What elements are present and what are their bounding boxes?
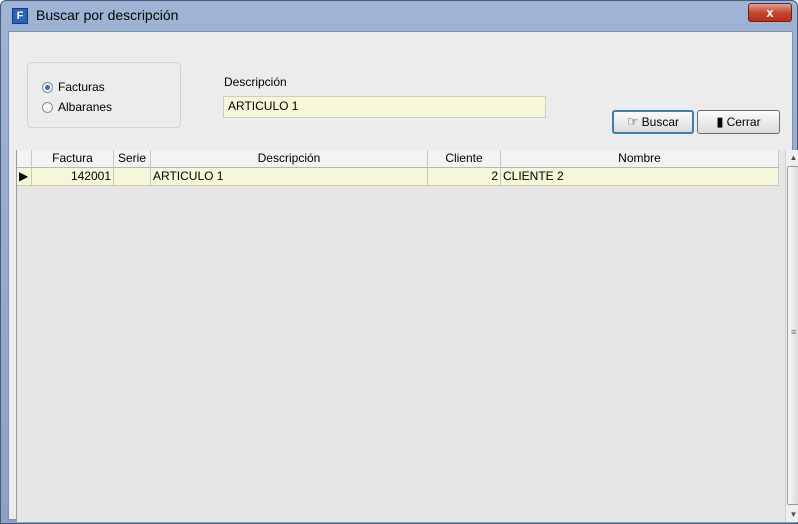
cell-factura[interactable]: 142001 [32, 168, 114, 185]
description-input[interactable]: ARTICULO 1 [223, 96, 546, 118]
window-title: Buscar por descripción [36, 7, 179, 23]
close-window-button[interactable]: x [748, 3, 792, 22]
scroll-up-icon[interactable]: ▲ [786, 150, 798, 165]
row-pointer-icon: ▶ [17, 168, 32, 185]
document-type-group: Facturas Albaranes [27, 62, 181, 128]
title-bar[interactable]: F Buscar por descripción x [1, 1, 797, 31]
table-row[interactable]: ▶ 142001 ARTICULO 1 2 CLIENTE 2 [17, 168, 779, 186]
header-serie[interactable]: Serie [114, 150, 151, 167]
header-factura[interactable]: Factura [32, 150, 114, 167]
close-button[interactable]: ▮ Cerrar [697, 110, 780, 134]
search-icon: ☞ [626, 114, 639, 129]
grid-header: Factura Serie Descripción Cliente Nombre [17, 150, 779, 168]
search-window: F Buscar por descripción x Facturas Alba… [0, 0, 798, 524]
scroll-thumb[interactable]: ≡ [787, 166, 798, 505]
radio-albaranes[interactable]: Albaranes [42, 100, 112, 114]
exit-icon: ▮ [716, 114, 724, 129]
header-indicator [17, 150, 32, 167]
app-icon: F [12, 8, 28, 24]
vertical-scrollbar[interactable]: ▲ ≡ ▼ [785, 150, 798, 522]
search-button[interactable]: ☞ Buscar [612, 110, 694, 134]
radio-facturas[interactable]: Facturas [42, 80, 105, 94]
header-descripcion[interactable]: Descripción [151, 150, 428, 167]
header-cliente[interactable]: Cliente [428, 150, 501, 167]
cell-cliente[interactable]: 2 [428, 168, 501, 185]
radio-selected-icon [42, 81, 53, 93]
cell-nombre[interactable]: CLIENTE 2 [501, 168, 779, 185]
description-label: Descripción [224, 75, 287, 89]
grip-icon: ≡ [791, 327, 797, 337]
results-grid[interactable]: Factura Serie Descripción Cliente Nombre… [16, 150, 786, 522]
header-nombre[interactable]: Nombre [501, 150, 779, 167]
cell-serie[interactable] [114, 168, 151, 185]
close-button-label: Cerrar [726, 115, 761, 129]
scroll-down-icon[interactable]: ▼ [786, 507, 798, 522]
search-button-label: Buscar [641, 115, 679, 129]
radio-albaranes-label: Albaranes [58, 100, 113, 114]
window-content: Facturas Albaranes Descripción ARTICULO … [8, 31, 798, 522]
cell-descripcion[interactable]: ARTICULO 1 [151, 168, 428, 185]
radio-facturas-label: Facturas [58, 80, 105, 94]
radio-unselected-icon [42, 101, 53, 113]
